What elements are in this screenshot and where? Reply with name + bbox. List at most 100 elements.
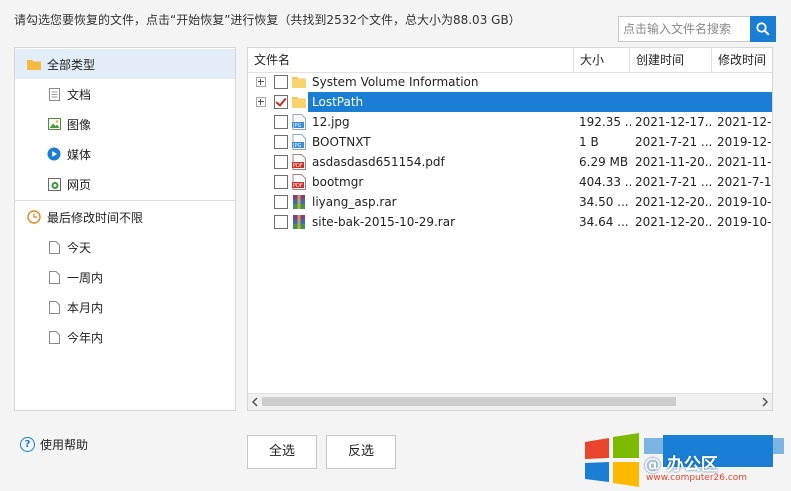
svg-text:JPG: JPG bbox=[292, 123, 301, 129]
sidebar-item-label: 本月内 bbox=[67, 300, 104, 315]
column-header-created[interactable]: 创建时间 bbox=[630, 48, 712, 72]
search-button[interactable] bbox=[750, 16, 776, 42]
sidebar-divider bbox=[15, 200, 235, 201]
file-name: bootmgr bbox=[312, 175, 364, 189]
expand-toggle-icon[interactable] bbox=[256, 97, 266, 107]
sidebar-item-this-year[interactable]: 今年内 bbox=[15, 322, 235, 352]
sidebar-item-documents[interactable]: 文档 bbox=[15, 79, 235, 109]
svg-text:PDF: PDF bbox=[293, 163, 303, 169]
file-modified: 2021-7-16 bbox=[717, 175, 773, 189]
help-question-icon: ? bbox=[20, 437, 35, 452]
file-created: 2021-12-17... bbox=[635, 115, 713, 129]
sidebar-item-label: 今天 bbox=[67, 240, 92, 255]
sidebar-item-label: 今年内 bbox=[67, 330, 104, 345]
svg-text:PDF: PDF bbox=[293, 183, 303, 189]
file-size: 1 B bbox=[579, 135, 599, 149]
rar-archive-icon bbox=[292, 194, 306, 210]
webpage-icon bbox=[47, 177, 61, 191]
folder-icon bbox=[27, 57, 41, 71]
help-link[interactable]: ? 使用帮助 bbox=[20, 436, 88, 453]
file-name: LostPath bbox=[312, 95, 364, 109]
table-row[interactable]: PDF asdasdasd651154.pdf 6.29 MB 2021-11-20.… bbox=[248, 152, 772, 172]
file-modified: 2019-10-8 bbox=[717, 215, 773, 229]
table-row[interactable]: PDF bootmgr 404.33 ... 2021-7-21 ... 2021-7-… bbox=[248, 172, 772, 192]
file-modified bbox=[717, 92, 772, 112]
sidebar-item-label: 最后修改时间不限 bbox=[47, 210, 144, 225]
file-name: asdasdasd651154.pdf bbox=[312, 155, 445, 169]
file-list-panel: 文件名 大小 创建时间 修改时间 System Volume Informati… bbox=[247, 47, 773, 411]
table-row[interactable]: LostPath bbox=[248, 92, 772, 112]
expand-toggle-icon[interactable] bbox=[256, 77, 266, 87]
file-name: System Volume Information bbox=[312, 75, 479, 89]
sidebar-item-images[interactable]: 图像 bbox=[15, 109, 235, 139]
sidebar-item-webpages[interactable]: 网页 bbox=[15, 169, 235, 199]
file-modified: 2019-12-7 bbox=[717, 135, 773, 149]
select-all-button[interactable]: 全选 bbox=[247, 435, 317, 469]
search-icon bbox=[756, 22, 770, 36]
file-name: liyang_asp.rar bbox=[312, 195, 397, 209]
sidebar-item-all-types[interactable]: 全部类型 bbox=[15, 49, 235, 79]
scroll-right-icon[interactable] bbox=[760, 397, 770, 407]
file-created bbox=[635, 92, 713, 112]
svg-text:JPG: JPG bbox=[292, 143, 301, 149]
column-header-modified[interactable]: 修改时间 bbox=[712, 48, 772, 72]
file-name: 12.jpg bbox=[312, 115, 350, 129]
clock-icon bbox=[27, 210, 41, 224]
folder-icon bbox=[292, 74, 306, 90]
media-play-icon bbox=[47, 147, 61, 161]
sidebar-item-today[interactable]: 今天 bbox=[15, 232, 235, 262]
row-checkbox[interactable] bbox=[274, 195, 288, 209]
table-row[interactable]: liyang_asp.rar 34.50 ... 2021-12-20... 2019… bbox=[248, 192, 772, 212]
file-size: 6.29 MB bbox=[579, 155, 629, 169]
sidebar-item-label: 文档 bbox=[67, 87, 92, 102]
file-modified: 2021-11-2 bbox=[717, 155, 773, 169]
horizontal-scrollbar[interactable] bbox=[248, 393, 772, 410]
sidebar-item-this-month[interactable]: 本月内 bbox=[15, 292, 235, 322]
scrollbar-thumb[interactable] bbox=[262, 397, 676, 406]
file-modified: 2021-12-17 bbox=[717, 115, 772, 129]
column-header-name[interactable]: 文件名 bbox=[248, 48, 574, 72]
file-created: 2021-12-20... bbox=[635, 215, 713, 229]
file-created bbox=[635, 72, 713, 92]
sidebar-item-label: 全部类型 bbox=[47, 57, 96, 72]
document-icon bbox=[47, 270, 61, 284]
file-size: 34.64 ... bbox=[579, 215, 629, 229]
jpg-file-icon: JPG bbox=[292, 114, 306, 130]
sidebar-item-media[interactable]: 媒体 bbox=[15, 139, 235, 169]
search-input[interactable] bbox=[618, 16, 753, 42]
jpg-file-icon: JPG bbox=[292, 134, 306, 150]
filter-sidebar: 全部类型 文档 图像 媒体 网页 最后修改时间不限 今天 一周内 本月内 今年内 bbox=[14, 47, 236, 411]
sidebar-item-label: 图像 bbox=[67, 117, 92, 132]
instruction-text: 请勾选您要恢复的文件，点击“开始恢复”进行恢复（共找到2532个文件，总大小为8… bbox=[14, 13, 521, 27]
rar-archive-icon bbox=[292, 214, 306, 230]
sidebar-item-this-week[interactable]: 一周内 bbox=[15, 262, 235, 292]
document-icon bbox=[47, 87, 61, 101]
table-row[interactable]: System Volume Information bbox=[248, 72, 772, 92]
row-checkbox[interactable] bbox=[274, 175, 288, 189]
sidebar-item-any-time[interactable]: 最后修改时间不限 bbox=[15, 202, 235, 232]
table-row[interactable]: JPG 12.jpg 192.35 ... 2021-12-17... 2021-12-… bbox=[248, 112, 772, 132]
file-name: site-bak-2015-10-29.rar bbox=[312, 215, 456, 229]
sidebar-item-label: 一周内 bbox=[67, 270, 104, 285]
row-checkbox[interactable] bbox=[274, 155, 288, 169]
sidebar-item-label: 网页 bbox=[67, 177, 92, 192]
pdf-file-icon: PDF bbox=[292, 154, 306, 170]
file-modified: 2019-10-8 bbox=[717, 195, 773, 209]
watermark: @ 办公区 www.computer26.com bbox=[582, 432, 791, 488]
file-size bbox=[579, 92, 631, 112]
row-checkbox[interactable] bbox=[274, 75, 288, 89]
row-checkbox[interactable] bbox=[274, 135, 288, 149]
row-checkbox[interactable] bbox=[274, 95, 288, 109]
row-checkbox[interactable] bbox=[274, 215, 288, 229]
sidebar-item-label: 媒体 bbox=[67, 147, 92, 162]
folder-icon bbox=[292, 94, 306, 110]
row-checkbox[interactable] bbox=[274, 115, 288, 129]
table-row[interactable]: site-bak-2015-10-29.rar 34.64 ... 2021-12-… bbox=[248, 212, 772, 232]
table-row[interactable]: JPG BOOTNXT 1 B 2021-7-21 ... 2019-12-7 bbox=[248, 132, 772, 152]
file-rows: System Volume Information LostPath JPG 12.j… bbox=[248, 72, 772, 232]
scroll-left-icon[interactable] bbox=[250, 397, 260, 407]
invert-selection-button[interactable]: 反选 bbox=[326, 435, 396, 469]
column-header-size[interactable]: 大小 bbox=[574, 48, 630, 72]
file-modified bbox=[717, 72, 772, 92]
file-size: 34.50 ... bbox=[579, 195, 629, 209]
